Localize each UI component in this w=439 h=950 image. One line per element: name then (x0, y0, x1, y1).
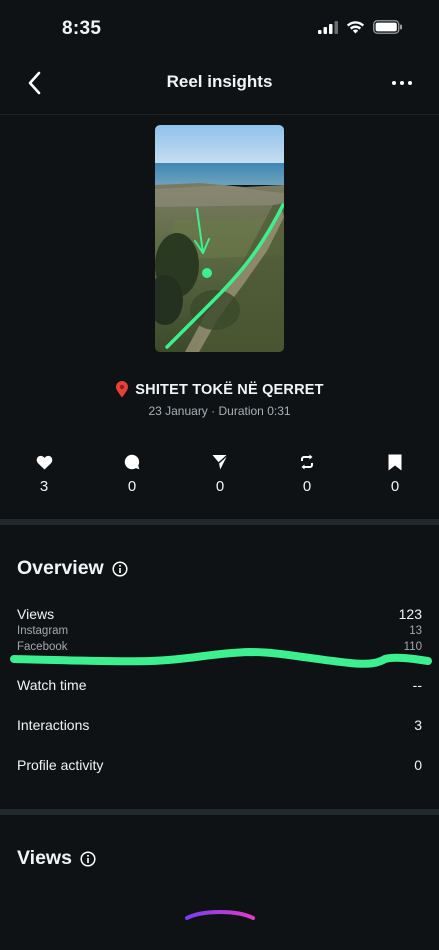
bookmark-icon (388, 454, 402, 470)
comments-metric: 0 (112, 452, 152, 495)
profile-activity-value: 0 (414, 757, 422, 773)
location-pin-icon (116, 381, 129, 398)
post-meta: 23 January · Duration 0:31 (0, 404, 439, 418)
reposts-count: 0 (302, 478, 312, 495)
send-icon (212, 454, 228, 470)
watch-time-value: -- (412, 677, 422, 693)
meta-separator: · (211, 404, 216, 418)
comment-icon (124, 454, 140, 470)
interactions-value: 3 (414, 717, 422, 733)
comments-count: 0 (127, 478, 137, 495)
shares-count: 0 (215, 478, 225, 495)
battery-icon (373, 20, 402, 34)
views-label: Views (17, 606, 55, 622)
views-value: 123 (398, 606, 422, 622)
header-divider (0, 114, 439, 115)
views-section-title: Views (17, 847, 72, 869)
info-icon[interactable] (80, 850, 96, 867)
engagement-metrics: 3 0 0 0 0 (0, 452, 439, 502)
overview-heading: Overview (17, 557, 128, 580)
repost-icon (301, 454, 313, 470)
cellular-signal-icon (318, 20, 338, 34)
post-duration: Duration 0:31 (218, 404, 291, 418)
heart-icon (36, 455, 52, 469)
section-divider (0, 519, 439, 525)
wifi-icon (346, 21, 365, 34)
instagram-label: Instagram (17, 625, 69, 637)
page-title: Reel insights (166, 72, 273, 91)
section-divider (0, 809, 439, 815)
reel-thumbnail[interactable] (155, 125, 284, 352)
views-donut-chart-arc (185, 910, 255, 920)
post-date: 23 January (148, 404, 208, 418)
likes-metric: 3 (24, 452, 64, 495)
shares-metric: 0 (200, 452, 240, 495)
more-options-button[interactable] (389, 70, 415, 96)
saves-metric: 0 (375, 452, 415, 495)
instagram-value: 13 (409, 625, 422, 637)
reel-thumbnail-image (155, 125, 284, 352)
status-time: 8:35 (62, 18, 102, 39)
post-location: SHITET TOKË NË QERRET (135, 381, 324, 398)
likes-count: 3 (39, 478, 49, 495)
post-location-row: SHITET TOKË NË QERRET (0, 381, 439, 398)
reposts-metric: 0 (287, 452, 327, 495)
overview-title: Overview (17, 557, 104, 579)
saves-count: 0 (390, 478, 400, 495)
watch-time-label: Watch time (17, 677, 87, 693)
info-icon[interactable] (112, 560, 128, 577)
views-heading: Views (17, 847, 96, 870)
highlight-stroke (10, 648, 432, 668)
status-icons (318, 20, 403, 34)
more-horizontal-icon (392, 81, 412, 85)
interactions-label: Interactions (17, 717, 90, 733)
profile-activity-label: Profile activity (17, 757, 104, 773)
